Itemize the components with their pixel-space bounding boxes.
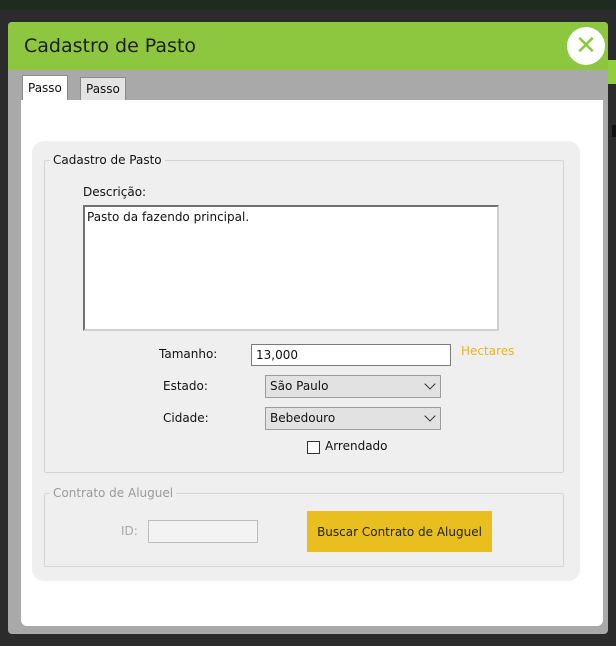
cadastro-pasto-dialog: Cadastro de Pasto ✕ Passo 1 Passo 2 Cada… [8, 22, 608, 634]
backdrop-top [0, 0, 616, 10]
cidade-select-value: Bebedouro [270, 411, 336, 425]
tamanho-label: Tamanho: [159, 347, 218, 361]
cadastro-pasto-legend: Cadastro de Pasto [53, 153, 162, 167]
cidade-label: Cidade: [163, 411, 209, 425]
arrendado-label: Arrendado [325, 439, 388, 453]
tab-passo-2[interactable]: Passo 2 [80, 77, 126, 118]
tab-passo-1[interactable]: Passo 1 [22, 75, 68, 119]
descricao-textarea[interactable]: Pasto da fazendo principal. [83, 205, 499, 331]
tab-content: Cadastro de Pasto Descrição: Pasto da fa… [21, 100, 603, 626]
estado-select-value: São Paulo [270, 379, 329, 393]
id-label: ID: [121, 524, 138, 538]
arrendado-checkbox[interactable] [307, 441, 320, 454]
estado-select[interactable]: São Paulo [265, 375, 441, 398]
descricao-label: Descrição: [83, 185, 147, 199]
dialog-title: Cadastro de Pasto [24, 35, 197, 57]
contrato-aluguel-group: Contrato de Aluguel ID: Buscar Contrato … [44, 486, 564, 567]
close-icon: ✕ [575, 31, 597, 61]
cadastro-pasto-group: Cadastro de Pasto Descrição: Pasto da fa… [44, 153, 564, 473]
chevron-down-icon [424, 410, 436, 422]
id-input[interactable] [148, 520, 258, 543]
tamanho-unit-label: Hectares [461, 344, 515, 358]
form-panel: Cadastro de Pasto Descrição: Pasto da fa… [32, 141, 580, 581]
close-button[interactable]: ✕ [567, 27, 605, 65]
tamanho-input[interactable]: 13,000 [251, 344, 451, 366]
dialog-titlebar: Cadastro de Pasto ✕ [8, 22, 608, 70]
buscar-contrato-button[interactable]: Buscar Contrato de Aluguel [307, 511, 492, 552]
backdrop-right-text [612, 125, 616, 137]
contrato-aluguel-legend: Contrato de Aluguel [53, 486, 174, 500]
cidade-select[interactable]: Bebedouro [265, 407, 441, 430]
estado-label: Estado: [163, 379, 208, 393]
chevron-down-icon [424, 378, 436, 390]
